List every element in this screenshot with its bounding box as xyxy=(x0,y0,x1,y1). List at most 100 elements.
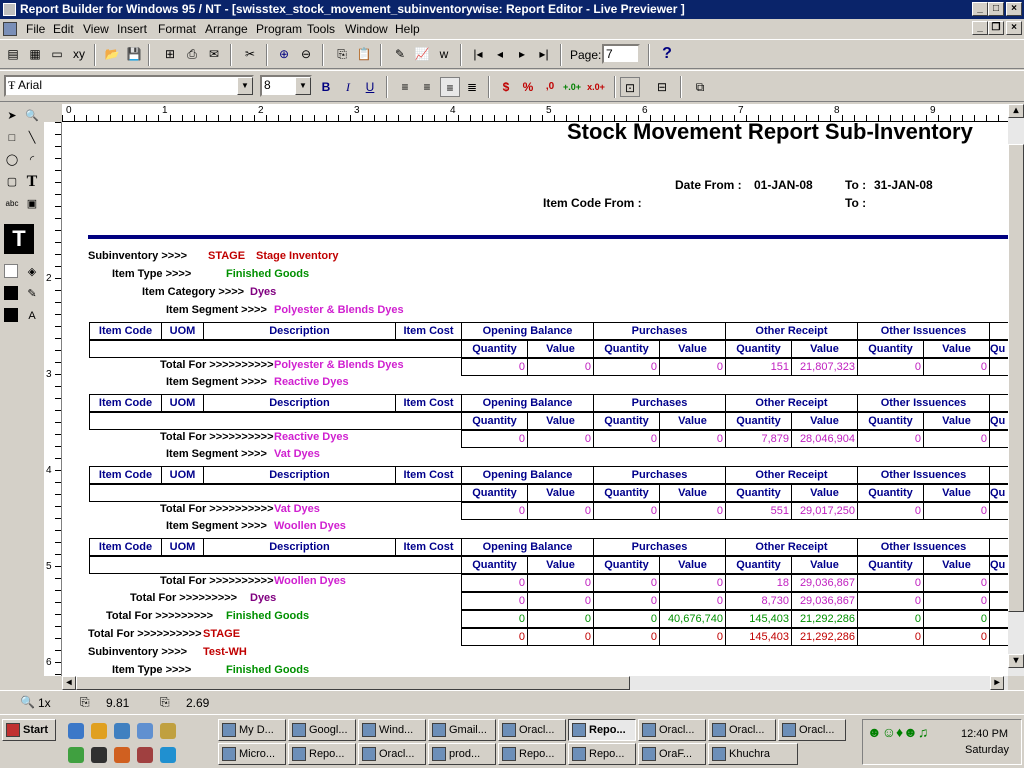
select-arrow-icon[interactable]: ➤ xyxy=(2,106,22,126)
quicklaunch-icon[interactable] xyxy=(91,747,107,763)
chart-wizard-icon[interactable]: 📈 xyxy=(412,44,432,64)
taskbar-window-button[interactable]: Wind... xyxy=(358,719,426,741)
zoom-out-icon[interactable]: ⊖ xyxy=(296,44,316,64)
magnify-icon[interactable]: 🔍 xyxy=(22,106,42,126)
app-icon[interactable] xyxy=(3,3,16,16)
align-right-icon[interactable]: ≡ xyxy=(440,77,460,97)
menu-help[interactable]: Help xyxy=(395,22,420,36)
taskbar-window-button[interactable]: Oracl... xyxy=(358,743,426,765)
vertical-scrollbar[interactable]: ▴ ▾ xyxy=(1008,104,1024,676)
new-report-icon[interactable]: ▤ xyxy=(3,44,23,64)
print-icon[interactable]: ⎙ xyxy=(182,44,202,64)
align-left-icon[interactable]: ≡ xyxy=(395,77,415,97)
underline-button[interactable]: U xyxy=(360,77,380,97)
taskbar-window-button[interactable]: Oracl... xyxy=(498,719,566,741)
first-page-icon[interactable]: |◂ xyxy=(468,44,488,64)
menu-window[interactable]: Window xyxy=(345,22,388,36)
taskbar-window-button[interactable]: OraF... xyxy=(638,743,706,765)
page-layout-icon[interactable]: ⧉ xyxy=(690,77,710,97)
text-tool-icon[interactable]: T xyxy=(22,172,42,192)
copy-icon[interactable]: ⎘ xyxy=(332,44,352,64)
menu-format[interactable]: Format xyxy=(158,22,196,36)
quicklaunch-icon[interactable] xyxy=(68,747,84,763)
scroll-down-button[interactable]: ▾ xyxy=(1008,654,1024,668)
taskbar-window-button[interactable]: Repo... xyxy=(288,743,356,765)
quicklaunch-icon[interactable] xyxy=(68,723,84,739)
italic-button[interactable]: I xyxy=(338,77,358,97)
line-color-swatch[interactable] xyxy=(4,286,18,300)
image-tool-icon[interactable]: ▣ xyxy=(22,194,42,214)
scroll-up-button[interactable]: ▴ xyxy=(1008,104,1024,118)
quicklaunch-icon[interactable] xyxy=(114,723,130,739)
rectangle-tool-icon[interactable]: □ xyxy=(2,128,22,148)
menu-arrange[interactable]: Arrange xyxy=(205,22,248,36)
add-decimal-button[interactable]: +.0+ xyxy=(562,77,582,97)
parameter-form-icon[interactable]: xy xyxy=(69,44,89,64)
tray-icons[interactable]: ☻☺♦☻♫ xyxy=(867,724,928,740)
taskbar-window-button[interactable]: Repo... xyxy=(498,743,566,765)
report-canvas[interactable]: Stock Movement Report Sub-Inventory Date… xyxy=(62,122,1008,676)
edit-icon[interactable]: ✎ xyxy=(390,44,410,64)
taskbar-window-button[interactable]: Oracl... xyxy=(638,719,706,741)
line-tool-icon[interactable]: ╲ xyxy=(22,128,42,148)
menu-tools[interactable]: Tools xyxy=(307,22,335,36)
cut-icon[interactable]: ✂ xyxy=(240,44,260,64)
close-button[interactable]: × xyxy=(1006,2,1022,16)
prev-page-icon[interactable]: ◂ xyxy=(490,44,510,64)
document-icon[interactable] xyxy=(3,22,17,36)
confine-mode-icon[interactable]: ⊡ xyxy=(620,77,640,97)
flex-mode-icon[interactable]: ⊟ xyxy=(652,77,672,97)
doc-minimize-button[interactable]: _ xyxy=(972,21,988,35)
menu-edit[interactable]: Edit xyxy=(53,22,74,36)
minimize-button[interactable]: _ xyxy=(972,2,988,16)
currency-button[interactable]: $ xyxy=(496,77,516,97)
size-dropdown-icon[interactable]: ▼ xyxy=(295,77,311,95)
taskbar-window-button[interactable]: Oracl... xyxy=(708,719,776,741)
paste-icon[interactable]: 📋 xyxy=(354,44,374,64)
percent-button[interactable]: % xyxy=(518,77,538,97)
quicklaunch-icon[interactable] xyxy=(160,747,176,763)
bold-button[interactable]: B xyxy=(316,77,336,97)
scroll-left-button[interactable]: ◂ xyxy=(62,676,76,690)
next-page-icon[interactable]: ▸ xyxy=(512,44,532,64)
taskbar-window-button[interactable]: Googl... xyxy=(288,719,356,741)
taskbar-window-button[interactable]: Repo... xyxy=(568,719,636,741)
taskbar-window-button[interactable]: prod... xyxy=(428,743,496,765)
page-number-input[interactable]: 7 xyxy=(602,44,640,64)
vscroll-thumb[interactable] xyxy=(1008,144,1024,612)
horizontal-scrollbar[interactable]: ◂ ▸ xyxy=(62,676,1008,690)
field-tool-icon[interactable]: abc xyxy=(2,194,22,214)
mail-icon[interactable]: ✉ xyxy=(204,44,224,64)
last-page-icon[interactable]: ▸| xyxy=(534,44,554,64)
help-icon[interactable]: ? xyxy=(657,44,677,64)
taskbar-window-button[interactable]: Oracl... xyxy=(778,719,846,741)
quicklaunch-icon[interactable] xyxy=(114,747,130,763)
font-name-select[interactable]: Ŧ Arial xyxy=(4,75,254,97)
quicklaunch-icon[interactable] xyxy=(137,723,153,739)
menu-file[interactable]: File xyxy=(26,22,45,36)
menu-view[interactable]: View xyxy=(83,22,109,36)
data-model-icon[interactable]: ▦ xyxy=(25,44,45,64)
save-icon[interactable]: 💾 xyxy=(124,44,144,64)
text-color-swatch[interactable] xyxy=(4,308,18,322)
hscroll-thumb[interactable] xyxy=(76,676,630,690)
menu-program[interactable]: Program xyxy=(256,22,302,36)
arc-tool-icon[interactable]: ◜ xyxy=(22,150,42,170)
run-icon[interactable]: ⊞ xyxy=(160,44,180,64)
justify-icon[interactable]: ≣ xyxy=(462,77,482,97)
scroll-right-button[interactable]: ▸ xyxy=(990,676,1004,690)
text-color-sample-icon[interactable]: T xyxy=(4,224,34,254)
fill-color-swatch[interactable] xyxy=(4,264,18,278)
doc-close-button[interactable]: × xyxy=(1006,21,1022,35)
line-color-icon[interactable]: ✎ xyxy=(22,284,42,304)
web-wizard-icon[interactable]: w xyxy=(434,44,454,64)
start-button[interactable]: Start xyxy=(2,719,56,741)
quicklaunch-icon[interactable] xyxy=(91,723,107,739)
maximize-button[interactable]: □ xyxy=(988,2,1004,16)
rounded-rect-tool-icon[interactable]: ▢ xyxy=(2,172,22,192)
taskbar-window-button[interactable]: Micro... xyxy=(218,743,286,765)
quicklaunch-icon[interactable] xyxy=(160,723,176,739)
open-icon[interactable]: 📂 xyxy=(102,44,122,64)
clock-day[interactable]: Saturday xyxy=(965,744,1009,756)
clock-time[interactable]: 12:40 PM xyxy=(961,728,1008,740)
